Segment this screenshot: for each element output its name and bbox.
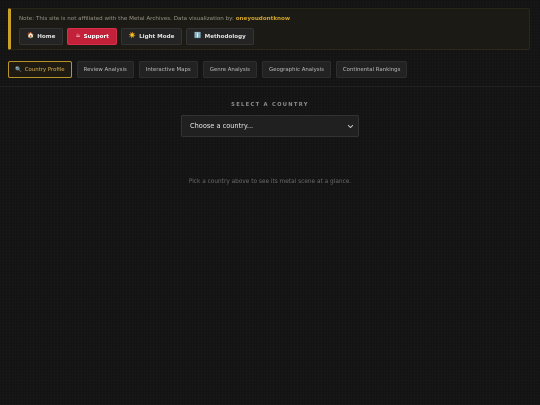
light-mode-button-label: Light Mode xyxy=(139,33,175,40)
chevron-down-icon xyxy=(347,124,354,129)
section-divider xyxy=(0,86,540,87)
home-button-label: Home xyxy=(37,33,56,40)
support-button[interactable]: ☕ Support xyxy=(67,28,117,45)
tab-genre-analysis-label: Genre Analysis xyxy=(209,66,250,73)
methodology-button-label: Methodology xyxy=(204,33,246,40)
country-select-value: Choose a country... xyxy=(190,122,254,130)
tab-review-analysis-label: Review Analysis xyxy=(83,66,127,73)
author-link[interactable]: oneyoudontknow xyxy=(236,16,290,22)
tab-country-profile[interactable]: 🔍 Country Profile xyxy=(8,61,72,78)
support-button-label: Support xyxy=(83,33,109,40)
coffee-icon: ☕ xyxy=(75,32,81,39)
tab-genre-analysis[interactable]: Genre Analysis xyxy=(202,61,257,78)
tab-geographic-analysis-label: Geographic Analysis xyxy=(268,66,324,73)
tab-continental-rankings[interactable]: Continental Rankings xyxy=(335,61,408,78)
tab-geographic-analysis[interactable]: Geographic Analysis xyxy=(261,61,331,78)
analysis-tabs: 🔍 Country Profile Review Analysis Intera… xyxy=(8,61,408,78)
methodology-button[interactable]: ℹ️ Methodology xyxy=(186,28,254,45)
tab-interactive-maps-label: Interactive Maps xyxy=(145,66,191,73)
tab-interactive-maps[interactable]: Interactive Maps xyxy=(138,61,198,78)
light-mode-button[interactable]: ☀️ Light Mode xyxy=(120,28,183,45)
home-icon: 🏠 xyxy=(27,32,35,39)
sun-icon: ☀️ xyxy=(128,32,137,39)
disclaimer-banner: Note: This site is not affiliated with t… xyxy=(8,8,530,50)
country-select-label: SELECT A COUNTRY xyxy=(231,102,309,108)
country-select[interactable]: Choose a country... xyxy=(181,115,359,137)
disclaimer-text: Note: This site is not affiliated with t… xyxy=(19,16,290,22)
empty-state-hint: Pick a country above to see its metal sc… xyxy=(188,179,352,185)
info-icon: ℹ️ xyxy=(194,32,202,39)
tab-continental-rankings-label: Continental Rankings xyxy=(342,66,401,73)
search-icon: 🔍 xyxy=(15,66,22,73)
tab-review-analysis[interactable]: Review Analysis xyxy=(76,61,134,78)
home-button[interactable]: 🏠 Home xyxy=(19,28,64,45)
tab-country-profile-label: Country Profile xyxy=(24,66,65,73)
disclaimer-message: Note: This site is not affiliated with t… xyxy=(19,16,236,22)
header-buttons: 🏠 Home ☕ Support ☀️ Light Mode ℹ️ Method… xyxy=(19,28,254,45)
